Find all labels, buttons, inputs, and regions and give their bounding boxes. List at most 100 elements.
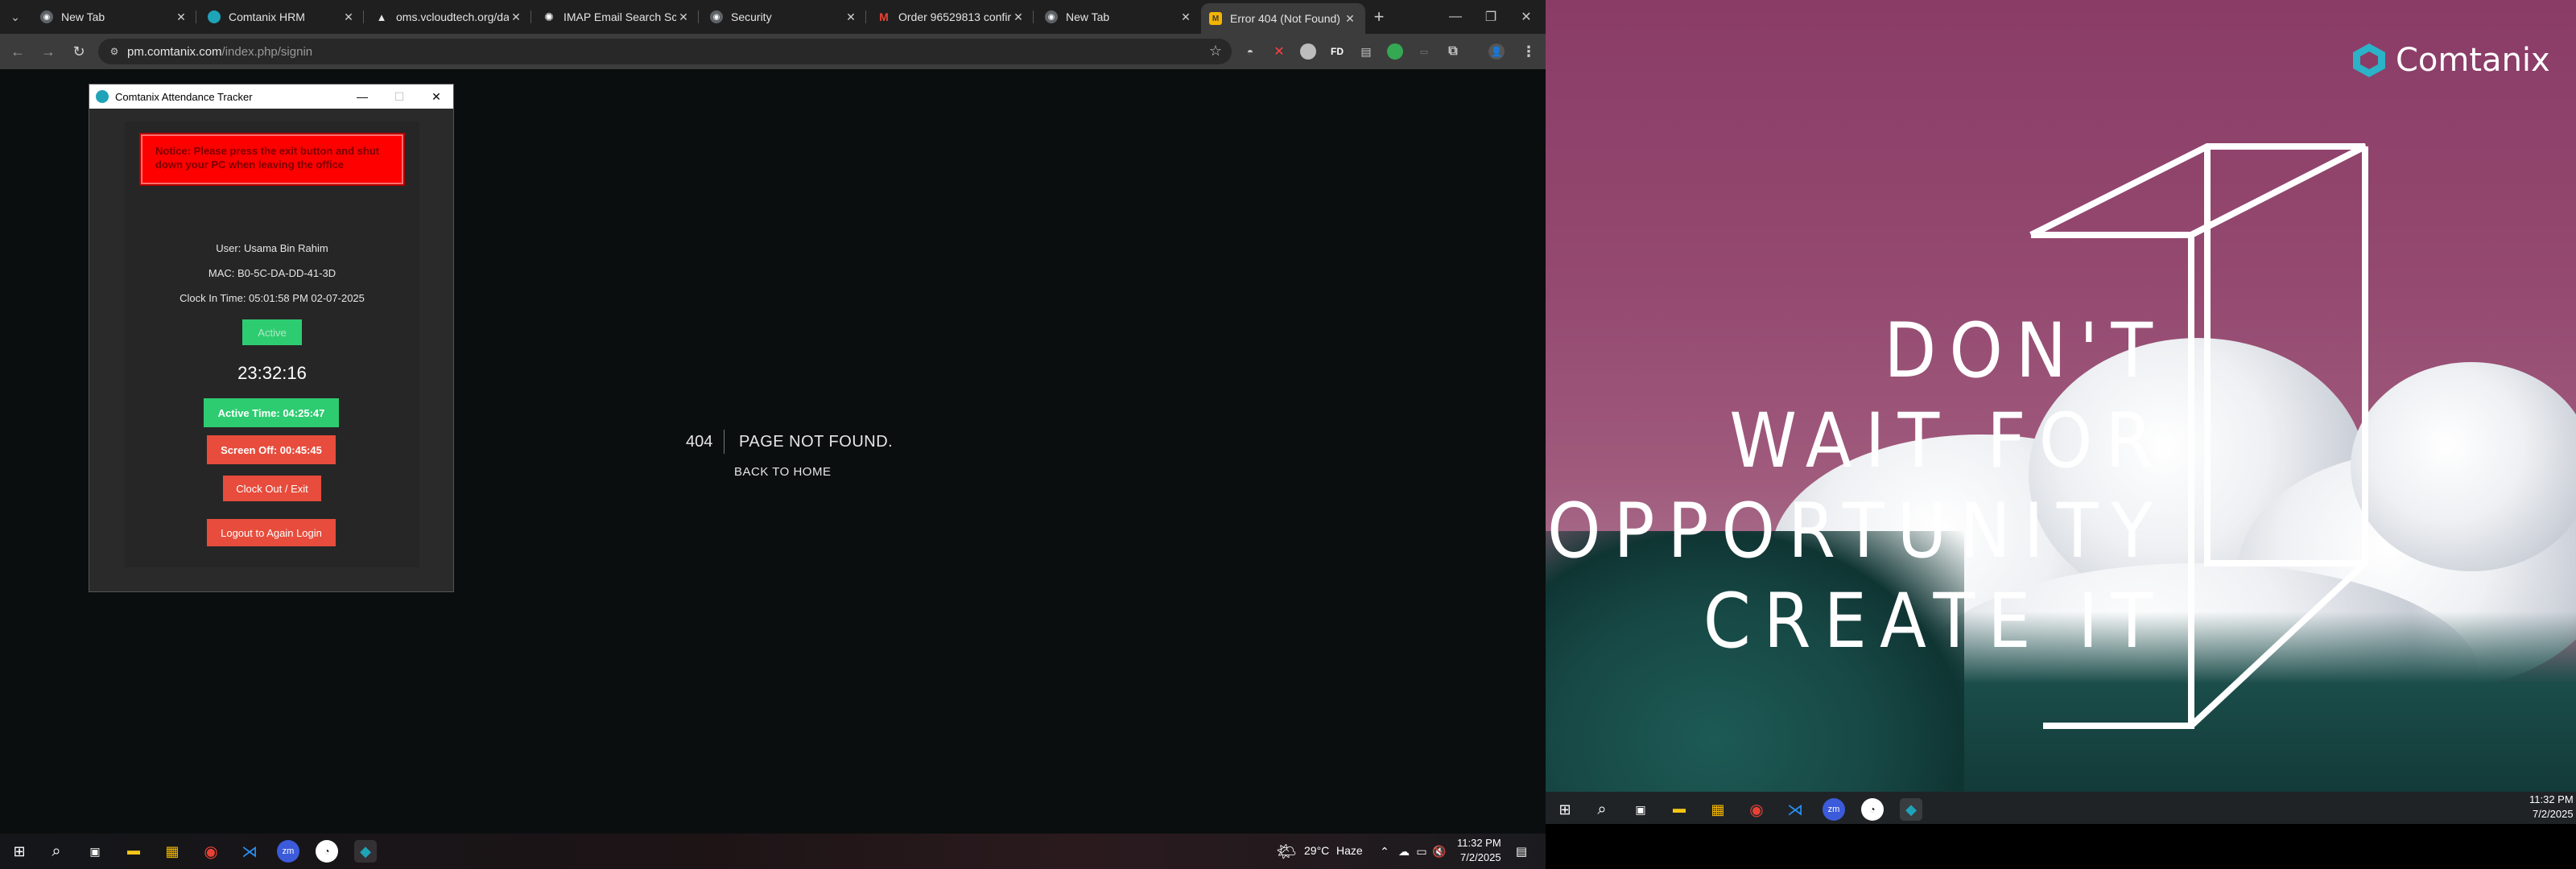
clock-date[interactable]: 7/2/2025 xyxy=(2533,808,2574,820)
clock-time[interactable]: 11:32 PM xyxy=(1457,837,1501,849)
windows-start-icon[interactable]: ⊞ xyxy=(1554,798,1576,821)
clock-date[interactable]: 7/2/2025 xyxy=(1460,851,1501,863)
tab-imap-email-search[interactable]: ✺ IMAP Email Search Script ✕ xyxy=(535,3,699,31)
notification-center-icon[interactable]: ▤ xyxy=(1510,840,1533,863)
logout-button[interactable]: Logout to Again Login xyxy=(207,519,336,546)
chrome-taskbar-icon[interactable]: ◉ xyxy=(1745,798,1768,821)
desktop-wallpaper: Comtanix DON'T WAIT FOR OPPORTUNITY CREA… xyxy=(1546,0,2576,792)
active-time-badge: Active Time: 04:25:47 xyxy=(204,398,339,427)
clock-out-exit-button[interactable]: Clock Out / Exit xyxy=(223,476,321,501)
quote-line-2: WAIT FOR xyxy=(1729,397,2165,485)
minimize-icon[interactable]: — xyxy=(1438,0,1473,34)
live-clock: 23:32:16 xyxy=(237,363,307,383)
tab-close-icon[interactable]: ✕ xyxy=(1179,10,1193,24)
dim-extension-icon[interactable]: ▭ xyxy=(1416,43,1432,60)
chrome-taskbar-icon[interactable]: ◉ xyxy=(200,840,222,863)
taskbar-left: ⊞ ⌕ ▣ ▬ ▦ ◉ ⋊ zm ◔ ◆ 🌤 29°C Haze ⌃ ☁ ▭ 🔇… xyxy=(0,834,1546,869)
attendance-tracker-window: Comtanix Attendance Tracker — ☐ ✕ Notice… xyxy=(89,84,454,592)
tab-order-confirmed[interactable]: M Order 96529813 confirme ✕ xyxy=(869,3,1034,31)
zoom-icon[interactable]: zm xyxy=(277,840,299,863)
task-view-icon[interactable]: ▣ xyxy=(84,840,106,863)
new-tab-plus-icon[interactable]: + xyxy=(1368,6,1389,27)
forward-arrow-icon[interactable]: → xyxy=(37,40,60,63)
minimize-icon[interactable]: — xyxy=(344,84,381,109)
search-icon[interactable]: ⌕ xyxy=(1591,798,1613,821)
quote-line-4: CREATE IT xyxy=(1703,578,2165,665)
tab-close-icon[interactable]: ✕ xyxy=(844,10,858,24)
comtanix-tracker-taskbar-icon[interactable]: ◆ xyxy=(1900,798,1922,821)
tab-security[interactable]: ◉ Security ✕ xyxy=(702,3,866,31)
image-extension-icon[interactable]: ▤ xyxy=(1358,43,1374,60)
tab-title: Order 96529813 confirme xyxy=(898,10,1011,23)
back-arrow-icon[interactable]: ← xyxy=(6,40,29,63)
zoom-icon[interactable]: zm xyxy=(1823,798,1845,821)
profile-avatar-icon[interactable]: 👤 xyxy=(1488,43,1505,60)
tab-close-icon[interactable]: ✕ xyxy=(509,10,523,24)
empty-area xyxy=(1546,824,2576,869)
tab-new-tab-1[interactable]: ◉ New Tab ✕ xyxy=(32,3,196,31)
file-explorer-icon[interactable]: ▬ xyxy=(1668,798,1690,821)
clock-app-icon[interactable]: ◔ xyxy=(1861,798,1884,821)
tab-comtanix-hrm[interactable]: Comtanix HRM ✕ xyxy=(200,3,364,31)
file-explorer-icon[interactable]: ▬ xyxy=(122,840,145,863)
search-icon[interactable]: ⌕ xyxy=(45,840,68,863)
comtanix-tracker-taskbar-icon[interactable]: ◆ xyxy=(354,840,377,863)
task-view-icon[interactable]: ▣ xyxy=(1629,798,1652,821)
door-outline-graphic xyxy=(2029,143,2368,729)
clock-in-label: Clock In Time: 05:01:58 PM 02-07-2025 xyxy=(180,292,365,304)
maximize-icon[interactable]: ☐ xyxy=(381,84,418,109)
windows-start-icon[interactable]: ⊞ xyxy=(8,840,31,863)
tab-new-tab-2[interactable]: ◉ New Tab ✕ xyxy=(1037,3,1201,31)
site-info-icon[interactable]: ⚙ xyxy=(106,43,122,60)
close-window-icon[interactable]: ✕ xyxy=(1509,0,1544,34)
address-bar[interactable]: ⚙ pm.comtanix.com/index.php/signin ☆ xyxy=(98,39,1232,64)
red-x-extension-icon[interactable]: ✕ xyxy=(1271,43,1287,60)
store-icon[interactable]: ▦ xyxy=(161,840,184,863)
page-icon: M xyxy=(1209,12,1222,25)
tab-oms-vcloudtech[interactable]: ▲ oms.vcloudtech.org/da ✕ xyxy=(367,3,531,31)
store-icon[interactable]: ▦ xyxy=(1707,798,1729,821)
tracker-window-title: Comtanix Attendance Tracker xyxy=(115,90,253,103)
tab-title: Security xyxy=(731,10,772,23)
quote-line-1: DON'T xyxy=(1884,307,2165,395)
tab-strip: ⌄ ◉ New Tab ✕ Comtanix HRM ✕ ▲ oms.vclou… xyxy=(0,0,1546,34)
clock-time[interactable]: 11:32 PM xyxy=(2529,793,2574,805)
comtanix-app-icon xyxy=(96,90,109,103)
tab-error-404[interactable]: M Error 404 (Not Found) ✕ xyxy=(1201,3,1365,34)
fd-extension-icon[interactable]: FD xyxy=(1329,43,1345,60)
shield-extension-icon[interactable] xyxy=(1387,43,1403,60)
tab-title: New Tab xyxy=(1066,10,1110,23)
mac-label: MAC: B0-5C-DA-DD-41-3D xyxy=(208,267,336,279)
left-monitor: ⌄ ◉ New Tab ✕ Comtanix HRM ✕ ▲ oms.vclou… xyxy=(0,0,1546,869)
reload-icon[interactable]: ↻ xyxy=(68,40,90,63)
tab-close-icon[interactable]: ✕ xyxy=(1011,10,1026,24)
tab-search-chevron-icon[interactable]: ⌄ xyxy=(5,6,26,27)
puzzle-extensions-icon[interactable]: ⧉ xyxy=(1445,43,1461,60)
right-monitor: Comtanix DON'T WAIT FOR OPPORTUNITY CREA… xyxy=(1546,0,2576,869)
bookmark-star-icon[interactable]: ☆ xyxy=(1209,43,1222,60)
tracker-panel: Notice: Please press the exit button and… xyxy=(125,121,419,567)
tab-close-icon[interactable]: ✕ xyxy=(341,10,356,24)
weather-icon: 🌤 xyxy=(1276,842,1297,861)
back-to-home-link[interactable]: BACK TO HOME xyxy=(734,465,831,479)
tab-close-icon[interactable]: ✕ xyxy=(174,10,188,24)
tab-close-icon[interactable]: ✕ xyxy=(1343,12,1357,26)
circle-extension-icon[interactable] xyxy=(1300,43,1316,60)
tab-title: Error 404 (Not Found) xyxy=(1230,12,1340,25)
screen-off-badge: Screen Off: 00:45:45 xyxy=(207,435,336,464)
incognito-extension-icon[interactable]: ◓ xyxy=(1242,43,1258,60)
vscode-icon[interactable]: ⋊ xyxy=(238,840,261,863)
chrome-icon: ◉ xyxy=(710,10,723,23)
tab-close-icon[interactable]: ✕ xyxy=(676,10,691,24)
volume-muted-icon[interactable]: 🔇 xyxy=(1428,840,1451,863)
kebab-menu-icon[interactable]: ⋮ xyxy=(1521,43,1537,60)
tab-title: IMAP Email Search Script xyxy=(564,10,676,23)
restore-icon[interactable]: ❐ xyxy=(1473,0,1509,34)
vscode-icon[interactable]: ⋊ xyxy=(1784,798,1806,821)
close-icon[interactable]: ✕ xyxy=(418,84,455,109)
clock-app-icon[interactable]: ◔ xyxy=(316,840,338,863)
user-label: User: Usama Bin Rahim xyxy=(216,242,328,254)
comtanix-icon xyxy=(208,10,221,23)
tab-title: Comtanix HRM xyxy=(229,10,305,23)
quote-line-3: OPPORTUNITY xyxy=(1547,488,2165,575)
